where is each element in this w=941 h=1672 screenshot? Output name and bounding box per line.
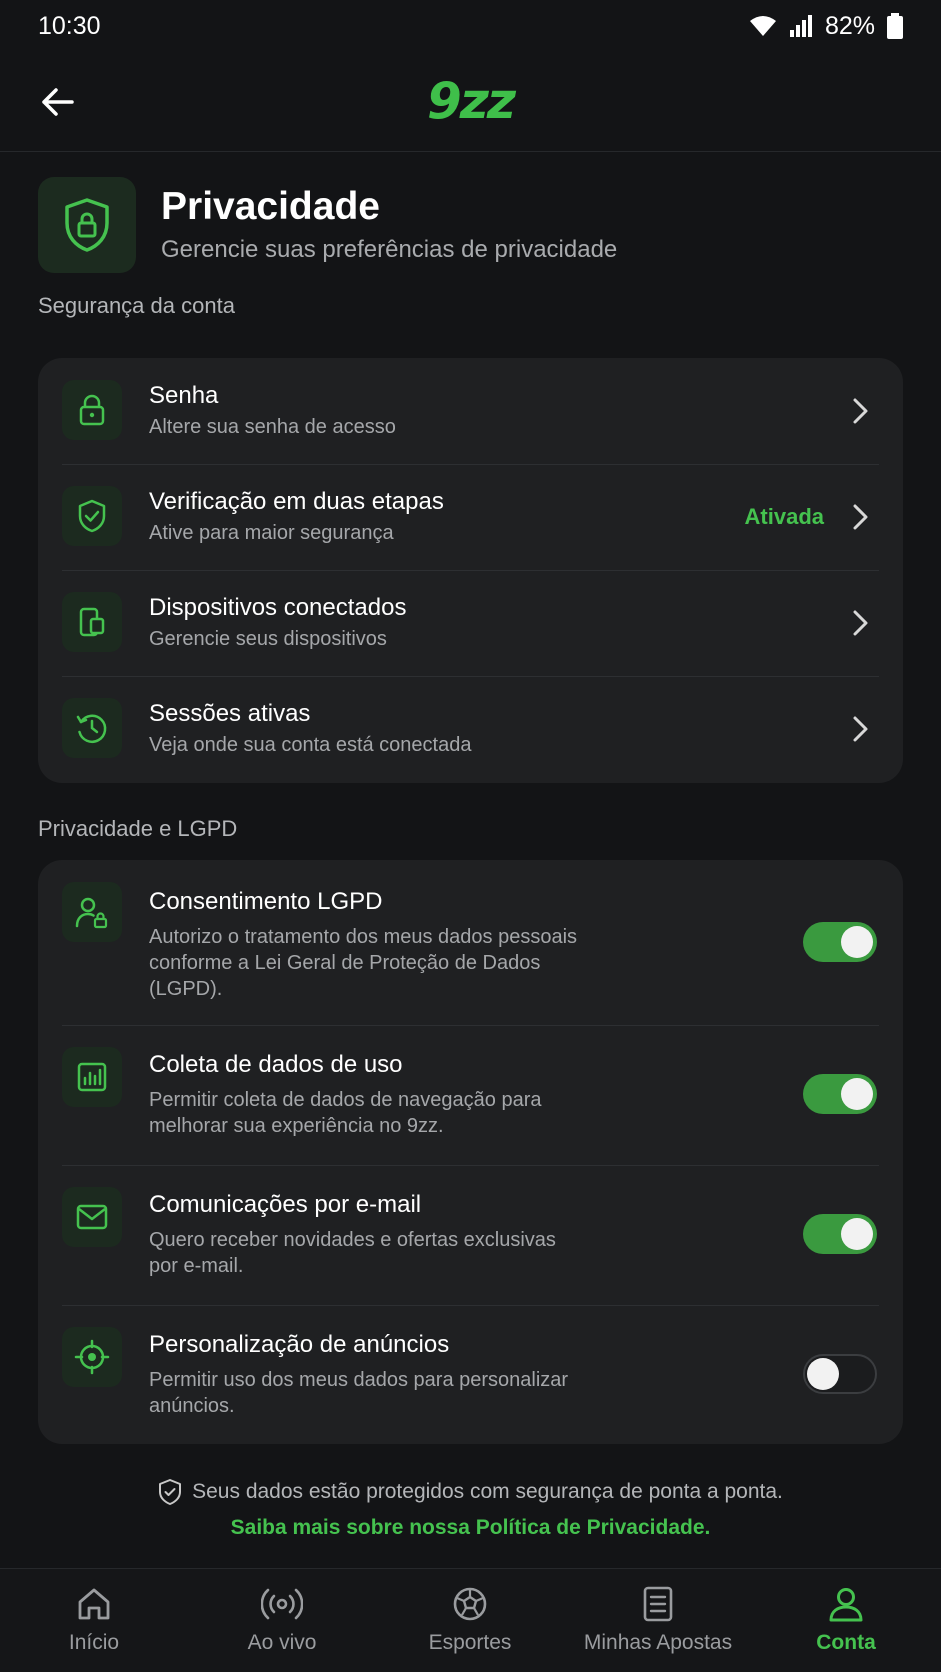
history-icon	[62, 698, 122, 758]
ad-personalization-toggle[interactable]	[803, 1354, 877, 1394]
nav-label: Conta	[816, 1631, 876, 1654]
list-item-title: Personalização de anúncios	[149, 1331, 450, 1358]
list-item-title: Senha	[149, 382, 219, 409]
toggle-knob	[807, 1358, 839, 1390]
chevron-right-icon	[853, 504, 868, 530]
app-header: 9zz	[0, 52, 941, 152]
wifi-icon	[749, 15, 777, 37]
privacy-policy-link[interactable]: Saiba mais sobre nossa Política de Priva…	[231, 1516, 711, 1540]
user-lock-icon	[62, 882, 122, 942]
privacy-card: Consentimento LGPD Autorizo o tratamento…	[38, 860, 903, 1444]
shield-lock-icon	[38, 177, 136, 273]
nav-label: Esportes	[428, 1631, 512, 1654]
target-icon	[62, 1327, 122, 1387]
page-title: Privacidade	[161, 185, 380, 228]
shield-check-icon	[159, 1479, 182, 1505]
list-item-ad-personalization: Personalização de anúncios Permitir uso …	[38, 1305, 903, 1444]
chevron-right-icon	[853, 610, 868, 636]
list-item-title: Consentimento LGPD	[149, 888, 383, 915]
list-item-two-factor[interactable]: Verificação em duas etapas Ative para ma…	[38, 464, 903, 570]
list-item-subtitle: Permitir coleta de dados de navegação pa…	[149, 1089, 542, 1137]
status-bar: 10:30 82%	[0, 0, 941, 52]
section-title-privacy: Privacidade e LGPD	[38, 816, 238, 841]
list-item-title: Sessões ativas	[149, 700, 311, 727]
list-item-subtitle: Ative para maior segurança	[149, 522, 394, 544]
list-item-title: Verificação em duas etapas	[149, 488, 444, 515]
list-item-title: Comunicações por e-mail	[149, 1191, 422, 1218]
battery-icon	[887, 13, 903, 39]
nav-item-conta[interactable]: Conta	[752, 1569, 940, 1672]
list-item-title: Dispositivos conectados	[149, 594, 407, 621]
toggle-knob	[841, 1218, 873, 1250]
list-item-subtitle: Autorizo o tratamento dos meus dados pes…	[149, 926, 578, 1000]
nav-label: Ao vivo	[247, 1631, 317, 1654]
usage-data-toggle[interactable]	[803, 1074, 877, 1114]
ball-icon	[453, 1587, 487, 1621]
toggle-knob	[841, 926, 873, 958]
section-title-security: Segurança da conta	[38, 293, 235, 318]
security-note-text: Seus dados estão protegidos com seguranç…	[192, 1480, 783, 1503]
nav-item-minhas-apostas[interactable]: Minhas Apostas	[564, 1569, 752, 1672]
list-item-subtitle: Quero receber novidades e ofertas exclus…	[149, 1229, 556, 1277]
email-communications-toggle[interactable]	[803, 1214, 877, 1254]
status-badge: Ativada	[744, 504, 824, 529]
mail-icon	[62, 1187, 122, 1247]
list-item-password[interactable]: Senha Altere sua senha de acesso	[38, 358, 903, 464]
list-item-subtitle: Permitir uso dos meus dados para persona…	[149, 1369, 569, 1417]
chevron-right-icon	[853, 716, 868, 742]
nav-item-esportes[interactable]: Esportes	[376, 1569, 564, 1672]
security-note: Seus dados estão protegidos com seguranç…	[0, 1478, 941, 1506]
nav-label: Início	[68, 1631, 120, 1654]
list-item-subtitle: Gerencie seus dispositivos	[149, 628, 387, 650]
home-icon	[78, 1588, 110, 1620]
list-item-subtitle: Veja onde sua conta está conectada	[149, 734, 472, 756]
list-item-devices[interactable]: Dispositivos conectados Gerencie seus di…	[38, 570, 903, 676]
nav-item-ao-vivo[interactable]: Ao vivo	[188, 1569, 376, 1672]
bar-chart-icon	[62, 1047, 122, 1107]
lock-icon	[62, 380, 122, 440]
page-hero: Privacidade Gerencie suas preferências d…	[38, 177, 903, 273]
live-icon	[261, 1588, 303, 1620]
page-subtitle: Gerencie suas preferências de privacidad…	[161, 236, 618, 263]
status-icons: 82%	[749, 12, 903, 41]
list-item-subtitle: Altere sua senha de acesso	[149, 416, 396, 438]
chevron-right-icon	[853, 398, 868, 424]
devices-icon	[62, 592, 122, 652]
nav-item-inicio[interactable]: Início	[0, 1569, 188, 1672]
brand-logo[interactable]: 9zz	[0, 72, 941, 130]
privacy-footer: Seus dados estão protegidos com seguranç…	[0, 1478, 941, 1540]
list-item-email-communications: Comunicações por e-mail Quero receber no…	[38, 1165, 903, 1305]
battery-level: 82%	[824, 11, 875, 40]
list-item-title: Coleta de dados de uso	[149, 1051, 403, 1078]
list-item-sessions[interactable]: Sessões ativas Veja onde sua conta está …	[38, 676, 903, 783]
list-item-usage-data: Coleta de dados de uso Permitir coleta d…	[38, 1025, 903, 1165]
shield-check-icon	[62, 486, 122, 546]
user-icon	[829, 1588, 863, 1622]
toggle-knob	[841, 1078, 873, 1110]
bottom-nav: Início Ao vivo Esportes Minhas Apostas C…	[0, 1568, 941, 1672]
nav-label: Minhas Apostas	[583, 1631, 733, 1654]
security-card: Senha Altere sua senha de acesso Verific…	[38, 358, 903, 783]
list-item-lgpd-consent: Consentimento LGPD Autorizo o tratamento…	[38, 860, 903, 1025]
status-time: 10:30	[38, 11, 101, 40]
signal-icon	[789, 15, 813, 37]
lgpd-consent-toggle[interactable]	[803, 922, 877, 962]
ticket-icon	[643, 1586, 673, 1622]
